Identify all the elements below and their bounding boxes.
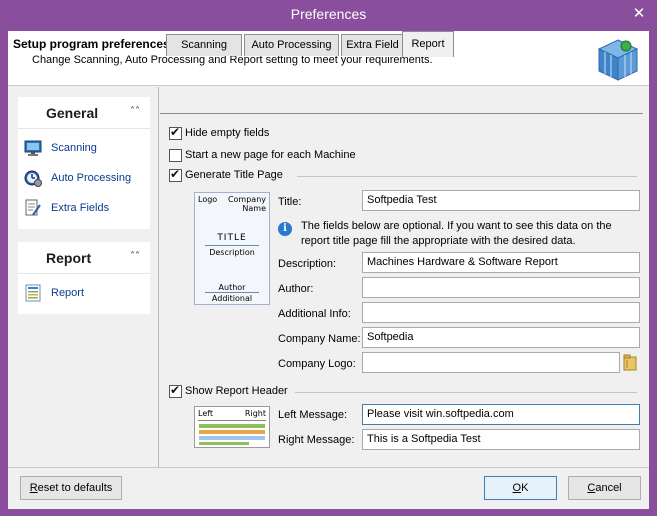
general-panel: General ˄˄ Scanning Auto Processing Extr…	[18, 97, 150, 229]
preview-row	[199, 430, 265, 434]
button-label: ancel	[595, 482, 622, 494]
close-icon[interactable]: ✕	[629, 3, 649, 23]
description-input[interactable]: Machines Hardware & Software Report	[362, 252, 640, 273]
preview-row	[199, 442, 249, 445]
report-header-preview: Left Right	[194, 406, 270, 448]
sidebar-item-report[interactable]: Report	[18, 280, 150, 310]
company-name-label: Company Name:	[278, 333, 361, 345]
monitor-icon	[24, 140, 42, 156]
title-bar[interactable]: Preferences ✕	[0, 0, 657, 31]
mnemonic: O	[512, 482, 522, 494]
button-label: K	[521, 482, 529, 494]
general-panel-title: General	[46, 105, 99, 121]
preview-left-text: Left	[198, 409, 214, 418]
tab-report[interactable]: Report	[402, 31, 454, 57]
description-label: Description:	[278, 258, 337, 270]
section-divider	[295, 392, 637, 393]
tab-strip-border	[160, 113, 643, 114]
report-panel-title: Report	[46, 250, 92, 266]
preview-row	[199, 424, 265, 428]
right-message-label: Right Message:	[278, 434, 355, 446]
right-message-input[interactable]: This is a Softpedia Test	[362, 429, 640, 450]
left-message-input[interactable]: Please visit win.softpedia.com	[362, 404, 640, 425]
additional-info-input[interactable]	[362, 302, 640, 323]
sidebar-item-auto-processing[interactable]: Auto Processing	[18, 165, 150, 195]
tab-auto-processing[interactable]: Auto Processing	[244, 34, 339, 56]
footer-divider	[8, 467, 649, 468]
mnemonic: R	[29, 482, 38, 494]
report-panel-header[interactable]: Report ˄˄	[18, 242, 150, 274]
sidebar-item-label: Extra Fields	[51, 202, 110, 214]
report-sheet-icon	[25, 284, 41, 302]
preview-logo-text: Logo	[198, 195, 218, 204]
title-page-preview: Logo Company Name TITLE Description Auth…	[194, 192, 270, 305]
preview-description-text: Description	[209, 248, 255, 257]
sidebar-item-scanning[interactable]: Scanning	[18, 135, 150, 165]
preferences-window: Preferences ✕ Setup program preferences …	[0, 0, 657, 516]
preview-right-text: Right	[244, 409, 266, 418]
additional-info-label: Additional Info:	[278, 308, 351, 320]
window-title: Preferences	[290, 6, 367, 22]
collapse-chevron-icon[interactable]: ˄˄	[130, 106, 140, 117]
hide-empty-fields-label[interactable]: Hide empty fields	[185, 127, 269, 139]
sidebar-item-label: Auto Processing	[51, 172, 132, 184]
show-report-header-checkbox[interactable]	[169, 383, 182, 398]
preview-additional-text: Additional	[211, 294, 253, 303]
author-input[interactable]	[362, 277, 640, 298]
collapse-chevron-icon[interactable]: ˄˄	[130, 251, 140, 262]
title-label: Title:	[278, 196, 302, 208]
generate-title-page-checkbox[interactable]	[169, 167, 182, 182]
company-name-input[interactable]: Softpedia	[362, 327, 640, 348]
preview-divider	[205, 292, 259, 293]
cube-grid-icon	[597, 39, 639, 81]
document-pencil-icon	[25, 199, 41, 216]
dialog-client: Setup program preferences Change Scannin…	[8, 31, 649, 509]
preview-row	[199, 436, 265, 440]
new-page-per-machine-checkbox[interactable]	[169, 149, 182, 162]
sidebar-item-label: Report	[51, 287, 85, 299]
sidebar: General ˄˄ Scanning Auto Processing Extr…	[18, 97, 150, 327]
browse-folder-icon[interactable]	[623, 354, 637, 372]
author-label: Author:	[278, 283, 314, 295]
generate-title-page-label[interactable]: Generate Title Page	[185, 169, 283, 181]
tab-extra-field[interactable]: Extra Field	[341, 34, 404, 56]
hide-empty-fields-checkbox[interactable]	[169, 125, 182, 140]
show-report-header-label[interactable]: Show Report Header	[185, 385, 288, 397]
preview-company-name-text: Company Name	[227, 195, 266, 213]
clock-gear-icon	[24, 170, 42, 187]
new-page-per-machine-label[interactable]: Start a new page for each Machine	[185, 149, 356, 161]
section-divider	[297, 176, 637, 177]
preview-author-text: Author	[218, 283, 246, 292]
preview-divider	[198, 420, 266, 421]
ok-button[interactable]: OK	[484, 476, 557, 500]
sidebar-item-extra-fields[interactable]: Extra Fields	[18, 195, 150, 225]
info-icon: i	[278, 222, 292, 236]
cancel-button[interactable]: Cancel	[568, 476, 641, 500]
company-logo-label: Company Logo:	[278, 358, 356, 370]
optional-fields-info: The fields below are optional. If you wa…	[301, 220, 612, 247]
preview-divider	[205, 245, 259, 246]
button-label: eset to defaults	[37, 482, 113, 494]
company-logo-input[interactable]	[362, 352, 620, 373]
reset-to-defaults-button[interactable]: Reset to defaults	[20, 476, 122, 500]
sidebar-item-label: Scanning	[51, 142, 97, 154]
general-panel-header[interactable]: General ˄˄	[18, 97, 150, 129]
report-panel: Report ˄˄ Report	[18, 242, 150, 314]
header-title: Setup program preferences	[13, 37, 170, 51]
preview-title-text: TITLE	[217, 233, 247, 243]
tab-scanning[interactable]: Scanning	[166, 34, 242, 56]
left-message-label: Left Message:	[278, 409, 348, 421]
title-input[interactable]: Softpedia Test	[362, 190, 640, 211]
